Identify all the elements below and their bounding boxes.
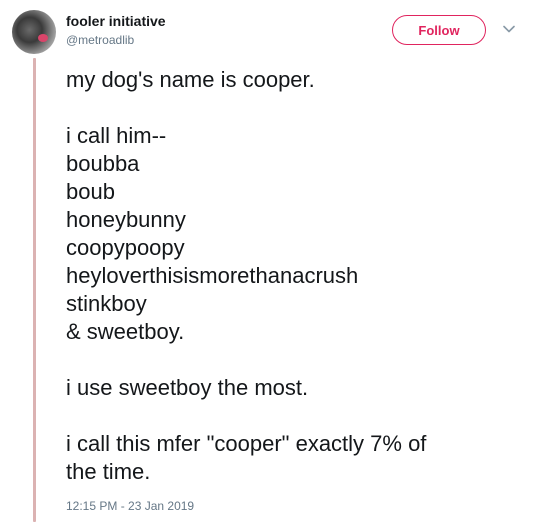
author-display-name[interactable]: fooler initiative <box>66 12 166 30</box>
tweet-line: stinkboy <box>66 291 147 316</box>
tweet-line: & sweetboy. <box>66 319 185 344</box>
tweet-line: honeybunny <box>66 207 186 232</box>
tweet-text: my dog's name is cooper. i call him-- bo… <box>66 66 526 486</box>
thread-connector-line <box>33 58 36 522</box>
tweet-line: coopypoopy <box>66 235 185 260</box>
follow-button[interactable]: Follow <box>392 15 486 45</box>
tweet-line: i use sweetboy the most. <box>66 375 309 400</box>
avatar-detail <box>38 34 48 42</box>
chevron-down-icon[interactable] <box>502 22 516 36</box>
tweet-line: my dog's name is cooper. <box>66 67 315 92</box>
tweet-line: boub <box>66 179 115 204</box>
tweet-line: the time. <box>66 459 151 484</box>
tweet-line: heyloverthisismorethanacrush <box>66 263 359 288</box>
avatar[interactable] <box>12 10 56 54</box>
tweet-line: boubba <box>66 151 140 176</box>
tweet-line: i call this mfer "cooper" exactly 7% of <box>66 431 427 456</box>
tweet-timestamp[interactable]: 12:15 PM - 23 Jan 2019 <box>66 499 194 514</box>
tweet-line: i call him-- <box>66 123 167 148</box>
author-handle[interactable]: @metroadlib <box>66 33 134 48</box>
